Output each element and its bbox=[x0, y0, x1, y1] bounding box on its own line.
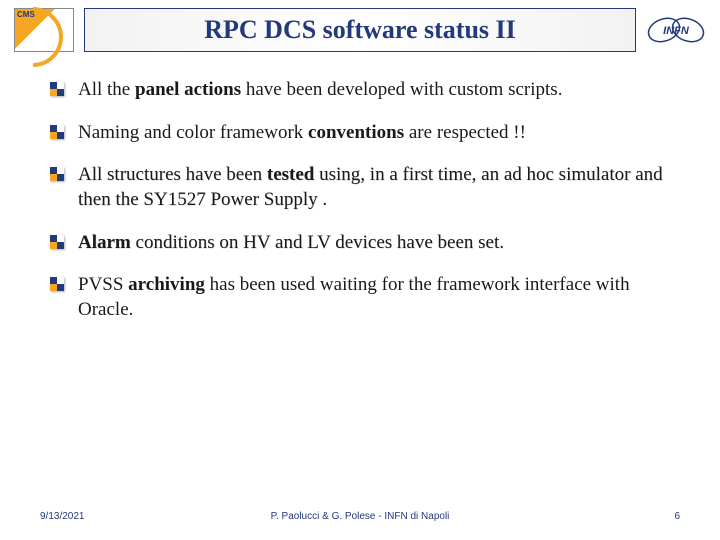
infn-logo: INFN bbox=[646, 13, 706, 47]
bullet-item: All structures have been tested using, i… bbox=[50, 163, 670, 212]
slide-footer: 9/13/2021 P. Paolucci & G. Polese - INFN… bbox=[0, 511, 720, 522]
bullet-text: All structures have been tested using, i… bbox=[78, 163, 670, 212]
slide-title: RPC DCS software status II bbox=[84, 8, 636, 52]
bullet-icon bbox=[50, 167, 64, 181]
slide-header: RPC DCS software status II INFN bbox=[0, 0, 720, 60]
bullet-text: Alarm conditions on HV and LV devices ha… bbox=[78, 231, 504, 256]
bullet-text: PVSS archiving has been used waiting for… bbox=[78, 273, 670, 322]
slide-content: All the panel actions have been develope… bbox=[0, 60, 720, 323]
bullet-text: All the panel actions have been develope… bbox=[78, 78, 562, 103]
bullet-text: Naming and color framework conventions a… bbox=[78, 121, 526, 146]
bullet-item: Naming and color framework conventions a… bbox=[50, 121, 670, 146]
bullet-item: Alarm conditions on HV and LV devices ha… bbox=[50, 231, 670, 256]
bullet-item: All the panel actions have been develope… bbox=[50, 78, 670, 103]
bullet-icon bbox=[50, 125, 64, 139]
bullet-icon bbox=[50, 82, 64, 96]
svg-text:INFN: INFN bbox=[663, 25, 690, 37]
footer-center: P. Paolucci & G. Polese - INFN di Napoli bbox=[271, 511, 450, 522]
bullet-icon bbox=[50, 235, 64, 249]
footer-date: 9/13/2021 bbox=[40, 511, 85, 522]
bullet-item: PVSS archiving has been used waiting for… bbox=[50, 273, 670, 322]
bullet-icon bbox=[50, 277, 64, 291]
cms-logo bbox=[14, 8, 74, 52]
footer-page: 6 bbox=[674, 511, 680, 522]
